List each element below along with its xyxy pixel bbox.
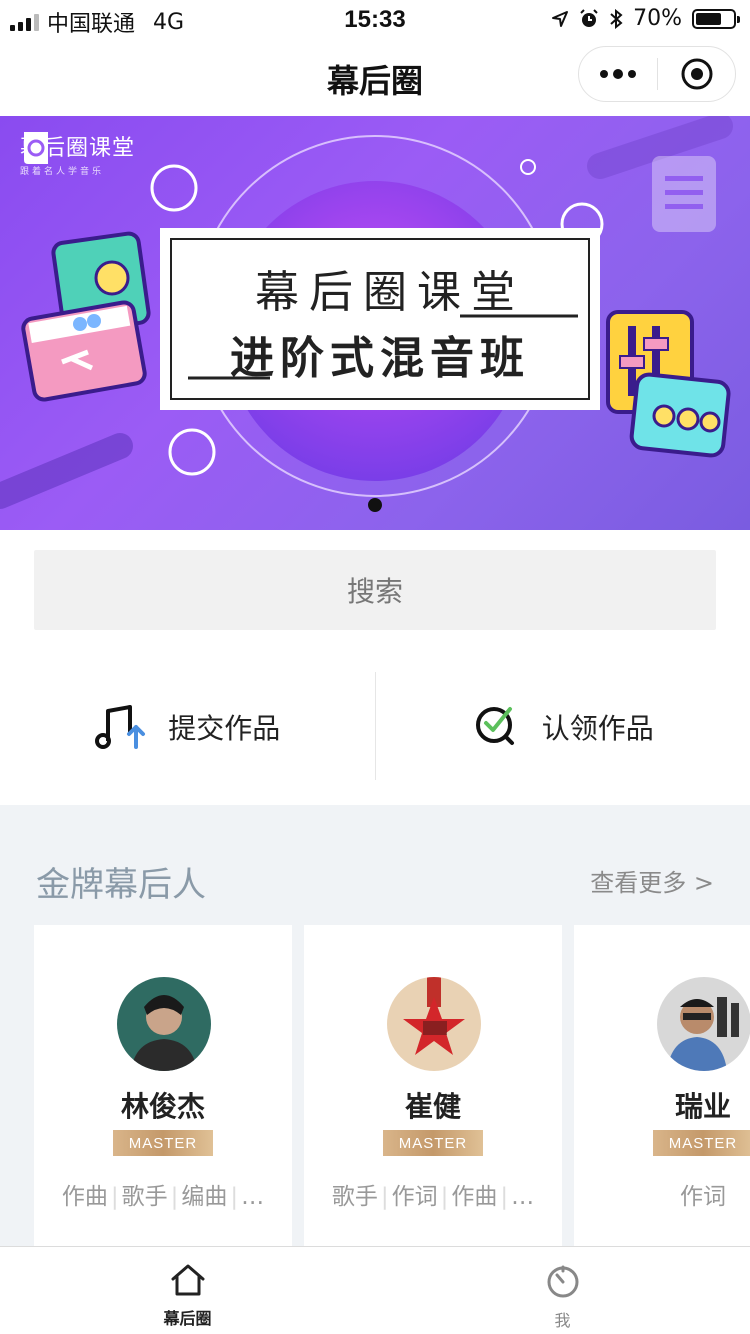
avatar	[657, 977, 750, 1071]
mini-program-capsule	[578, 46, 736, 102]
producer-roles: 歌手 | 作词 | 作曲 |…	[331, 1184, 535, 1210]
status-bar: 中国联通 4G 15:33 70%	[0, 0, 750, 40]
bluetooth-icon	[610, 8, 623, 29]
bottom-tab-bar: 幕后圈 我	[0, 1246, 750, 1334]
profile-dial-icon	[547, 1265, 578, 1298]
location-arrow-icon	[552, 10, 569, 27]
role-tag: 作词	[680, 1184, 726, 1210]
search-placeholder: 搜索	[346, 575, 403, 608]
search-check-icon	[475, 707, 514, 745]
battery-percent: 70%	[633, 6, 682, 31]
search-bar[interactable]: 搜索	[34, 550, 716, 630]
role-tag: …	[241, 1184, 265, 1210]
claim-work-label: 认领作品	[541, 712, 654, 745]
battery-icon	[692, 8, 740, 29]
nav-bar: 幕后圈	[0, 40, 750, 116]
view-more-link[interactable]: 查看更多 >	[590, 863, 714, 898]
avatar	[387, 977, 481, 1071]
producer-roles: 作词	[574, 1177, 750, 1211]
claim-work-button[interactable]: 认领作品	[376, 672, 750, 782]
producer-card-list[interactable]: 林俊杰 MASTER 作曲 | 歌手 | 编曲 |… 崔健 MASTER 歌手 | 作词 | 作曲…	[34, 925, 750, 1250]
role-tag: 歌手	[121, 1184, 168, 1210]
alarm-icon	[580, 8, 598, 27]
promo-banner[interactable]: 幕后圈课堂 跟着名人学音乐 幕后圈课堂 进阶式混音班	[0, 116, 750, 530]
producer-name: 林俊杰	[120, 1090, 205, 1123]
tab-me-label: 我	[554, 1311, 571, 1330]
home-icon	[171, 1264, 204, 1296]
gold-producers-section: 金牌幕后人 查看更多 > 林俊杰 MASTER 作曲|歌手|编曲|…	[0, 805, 750, 1250]
producer-name: 瑞业	[674, 1090, 731, 1123]
role-tag: 歌手	[331, 1184, 378, 1210]
submit-work-button[interactable]: 提交作品	[0, 672, 375, 782]
role-tag: 编曲	[181, 1184, 228, 1210]
master-badge: MASTER	[113, 1130, 213, 1156]
producer-roles: 作曲 | 歌手 | 编曲 |…	[61, 1184, 265, 1210]
tab-me[interactable]: 我	[375, 1247, 750, 1334]
submit-work-label: 提交作品	[168, 712, 281, 745]
target-close-icon	[681, 58, 712, 90]
battery-fill	[696, 12, 722, 25]
banner-logo-subtitle: 跟着名人学音乐	[20, 167, 105, 177]
master-badge: MASTER	[653, 1130, 750, 1156]
producer-card[interactable]: 瑞业 MASTER 作词	[574, 925, 750, 1250]
master-badge: MASTER	[383, 1130, 483, 1156]
role-tag: 作曲	[61, 1184, 108, 1210]
role-tag: 作曲	[451, 1184, 498, 1210]
tab-home-label: 幕后圈	[163, 1309, 212, 1328]
role-tag: 作词	[391, 1184, 438, 1210]
avatar	[117, 977, 211, 1071]
banner-title-card: 幕后圈课堂 进阶式混音班	[160, 228, 600, 410]
role-tag: …	[511, 1184, 535, 1210]
carousel-indicator-dot[interactable]	[368, 498, 382, 512]
banner-logo: 幕后圈课堂 跟着名人学音乐	[20, 130, 135, 177]
book-logo-icon	[24, 132, 48, 164]
producer-name: 崔健	[404, 1090, 461, 1123]
close-program-button[interactable]	[658, 57, 735, 91]
producer-card[interactable]: 林俊杰 MASTER 作曲 | 歌手 | 编曲 |…	[34, 925, 292, 1250]
more-menu-icon[interactable]	[579, 69, 657, 79]
action-row: 提交作品 认领作品	[0, 672, 750, 782]
banner-underline-strokes	[188, 314, 578, 380]
music-upload-icon	[95, 705, 146, 749]
status-right: 70%	[551, 6, 740, 31]
tab-home[interactable]: 幕后圈	[0, 1247, 375, 1334]
section-title: 金牌幕后人	[36, 865, 206, 905]
producer-card[interactable]: 崔健 MASTER 歌手 | 作词 | 作曲 |…	[304, 925, 562, 1250]
